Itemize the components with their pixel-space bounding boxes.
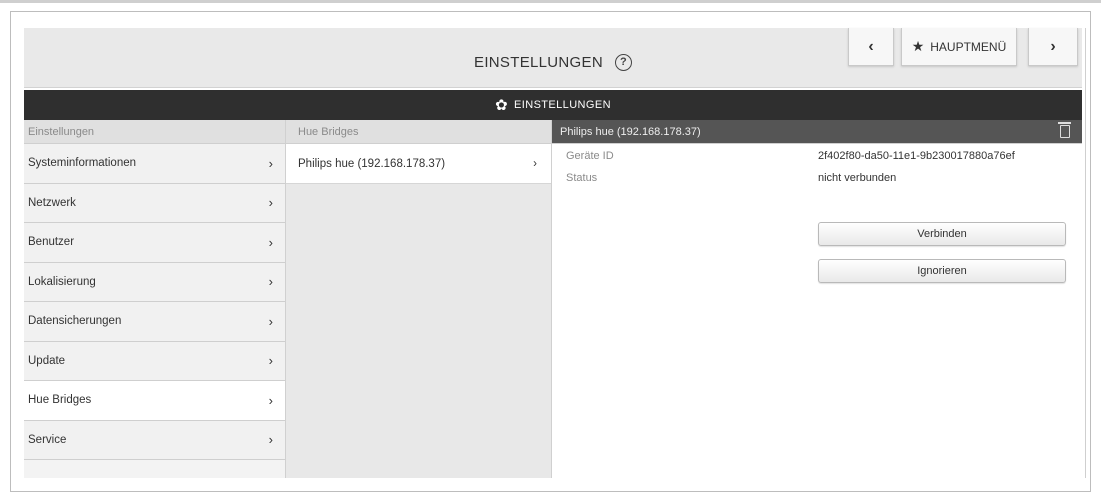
chevron-left-icon: ‹ xyxy=(868,37,874,55)
page-title: EINSTELLUNGEN xyxy=(474,53,603,71)
device-id-value: 2f402f80-da50-11e1-9b230017880a76ef xyxy=(818,150,1015,162)
chevron-right-icon: › xyxy=(268,432,273,448)
settings-menu-header: Einstellungen xyxy=(24,120,285,144)
menu-item-label: Systeminformationen xyxy=(28,157,137,170)
menu-item-lokalisierung[interactable]: Lokalisierung › xyxy=(24,262,285,302)
menu-item-netzwerk[interactable]: Netzwerk › xyxy=(24,183,285,223)
hue-bridges-header: Hue Bridges xyxy=(286,120,551,144)
next-button[interactable]: › xyxy=(1028,28,1078,66)
bridge-item-label: Philips hue (192.168.178.37) xyxy=(298,157,446,170)
chevron-right-icon: › xyxy=(268,313,273,329)
chevron-right-icon: › xyxy=(268,274,273,290)
detail-row-status: Status nicht verbunden xyxy=(552,166,1082,188)
menu-item-hue-bridges[interactable]: Hue Bridges › xyxy=(24,381,285,421)
menu-item-systeminformationen[interactable]: Systeminformationen › xyxy=(24,144,285,184)
menu-item-label: Netzwerk xyxy=(28,196,76,209)
section-toolbar-label: EINSTELLUNGEN xyxy=(514,99,611,111)
status-label: Status xyxy=(566,172,598,184)
settings-menu-column: Einstellungen Systeminformationen › Netz… xyxy=(24,120,286,478)
menu-item-label: Service xyxy=(28,433,67,446)
chevron-right-icon: › xyxy=(533,157,537,170)
chevron-right-icon: › xyxy=(268,353,273,369)
menu-item-label: Lokalisierung xyxy=(28,275,96,288)
previous-button[interactable]: ‹ xyxy=(848,28,894,66)
chevron-right-icon: › xyxy=(268,155,273,171)
star-icon: ★ xyxy=(911,38,925,54)
menu-item-label: Datensicherungen xyxy=(28,315,122,328)
chevron-right-icon: › xyxy=(268,392,273,408)
ignore-button[interactable]: Ignorieren xyxy=(818,259,1066,283)
chevron-right-icon: › xyxy=(1050,37,1056,55)
bridge-detail-title: Philips hue (192.168.178.37) xyxy=(560,126,701,138)
section-toolbar: ✿ EINSTELLUNGEN xyxy=(24,90,1082,120)
hue-bridges-column: Hue Bridges Philips hue (192.168.178.37)… xyxy=(286,120,552,478)
bridge-detail-column: Philips hue (192.168.178.37) Geräte ID 2… xyxy=(552,120,1082,478)
status-value: nicht verbunden xyxy=(818,172,897,184)
device-id-label: Geräte ID xyxy=(566,150,614,162)
bridge-detail-header: Philips hue (192.168.178.37) xyxy=(552,120,1082,144)
menu-item-service[interactable]: Service › xyxy=(24,420,285,460)
chevron-right-icon: › xyxy=(268,195,273,211)
menu-item-datensicherungen[interactable]: Datensicherungen › xyxy=(24,302,285,342)
menu-item-label: Update xyxy=(28,354,66,367)
gear-icon: ✿ xyxy=(495,97,509,114)
menu-item-label: Hue Bridges xyxy=(28,394,92,407)
top-border xyxy=(0,0,1101,3)
trash-icon[interactable] xyxy=(1058,122,1071,138)
bridge-item-philips-hue[interactable]: Philips hue (192.168.178.37) › xyxy=(286,144,551,184)
detail-row-device-id: Geräte ID 2f402f80-da50-11e1-9b230017880… xyxy=(552,144,1082,166)
main-menu-label: HAUPTMENÜ xyxy=(930,39,1007,54)
chevron-right-icon: › xyxy=(268,234,273,250)
connect-button[interactable]: Verbinden xyxy=(818,222,1066,246)
menu-item-update[interactable]: Update › xyxy=(24,341,285,381)
menu-item-label: Benutzer xyxy=(28,236,75,249)
settings-app: EINSTELLUNGEN ? ‹ ★ HAUPTMENÜ › ✿ EINSTE… xyxy=(24,28,1086,478)
menu-item-benutzer[interactable]: Benutzer › xyxy=(24,223,285,263)
page-header: EINSTELLUNGEN ? ‹ ★ HAUPTMENÜ › xyxy=(24,28,1082,88)
main-menu-button[interactable]: ★ HAUPTMENÜ xyxy=(901,28,1017,66)
help-icon[interactable]: ? xyxy=(614,53,632,71)
